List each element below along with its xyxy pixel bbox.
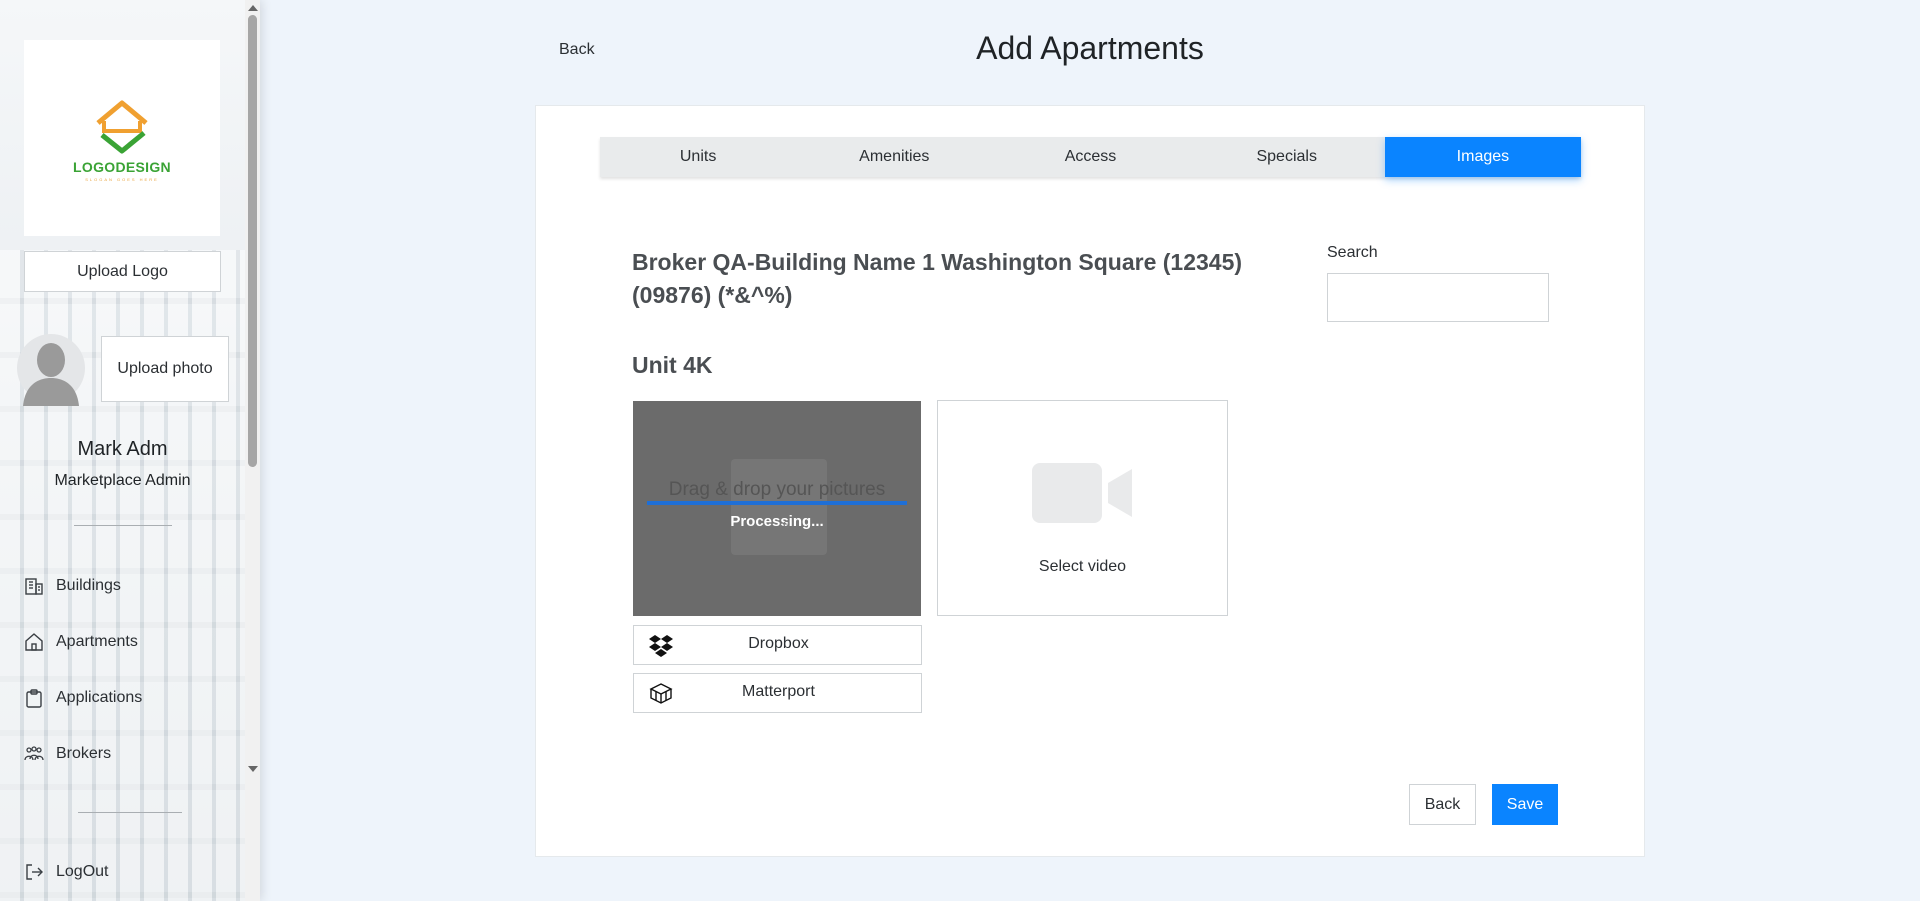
logo-brand-text: LOGODESIGN	[73, 158, 171, 175]
save-button[interactable]: Save	[1492, 784, 1558, 825]
sidebar-item-label: Buildings	[56, 577, 121, 594]
scroll-down-icon[interactable]	[248, 766, 258, 772]
tab-bar: Units Amenities Access Specials Images	[600, 137, 1582, 177]
video-camera-icon	[1032, 463, 1132, 523]
user-name: Mark Adm	[77, 438, 168, 460]
main-card: Units Amenities Access Specials Images B…	[535, 105, 1645, 857]
back-button[interactable]: Back	[1409, 784, 1476, 825]
search-label: Search	[1327, 244, 1378, 261]
sidebar-item-brokers[interactable]: Brokers	[24, 742, 111, 766]
header-back-link[interactable]: Back	[559, 41, 595, 59]
sidebar-divider	[78, 812, 182, 813]
progress-bar-fill	[647, 501, 907, 505]
scroll-up-icon[interactable]	[248, 5, 258, 11]
avatar	[17, 334, 85, 406]
sidebar-item-apartments[interactable]: Apartments	[24, 630, 138, 654]
sidebar-divider	[74, 525, 172, 526]
matterport-button[interactable]: Matterport	[633, 673, 922, 713]
scrollbar-thumb[interactable]	[248, 15, 257, 467]
user-role: Marketplace Admin	[54, 472, 191, 489]
dropbox-button[interactable]: Dropbox	[633, 625, 922, 665]
sidebar-item-buildings[interactable]: Buildings	[24, 574, 121, 598]
sidebar-item-label: Applications	[56, 689, 143, 706]
logout-label: LogOut	[56, 863, 109, 880]
home-icon	[24, 632, 44, 652]
matterport-label: Matterport	[742, 683, 815, 700]
sidebar-item-applications[interactable]: Applications	[24, 686, 142, 710]
dropbox-label: Dropbox	[748, 635, 809, 652]
logout-icon	[24, 862, 44, 882]
sidebar-item-label: Brokers	[56, 745, 112, 762]
tab-specials[interactable]: Specials	[1189, 137, 1385, 177]
progress-bar	[647, 501, 907, 505]
page-title: Add Apartments	[976, 30, 1204, 66]
processing-status: Processing...	[730, 513, 824, 530]
search-input[interactable]	[1352, 274, 1559, 321]
logout-button[interactable]: LogOut	[24, 860, 108, 884]
tab-images[interactable]: Images	[1384, 137, 1582, 177]
tab-units[interactable]: Units	[600, 137, 796, 177]
buildings-icon	[24, 576, 44, 596]
tab-access[interactable]: Access	[992, 137, 1188, 177]
image-dropzone[interactable]: Drag & drop your pictures Processing... …	[633, 401, 921, 616]
dropzone-text: Drag & drop your pictures	[668, 479, 886, 500]
logo: LOGODESIGN SLOGAN GOES HERE	[24, 40, 220, 236]
logo-tagline: SLOGAN GOES HERE	[85, 176, 159, 182]
dropzone-ghost-label: e	[783, 516, 791, 531]
clipboard-icon	[24, 688, 44, 708]
people-icon	[24, 744, 44, 764]
search-field[interactable]	[1327, 273, 1559, 322]
unit-title: Unit 4K	[632, 352, 713, 378]
house-logo-icon	[96, 100, 148, 153]
tab-amenities[interactable]: Amenities	[796, 137, 992, 177]
sidebar-scrollbar[interactable]	[245, 0, 260, 901]
sidebar-item-label: Apartments	[56, 633, 138, 650]
select-video-button[interactable]: Select video	[937, 400, 1228, 616]
sidebar: LOGODESIGN SLOGAN GOES HERE Upload Logo …	[0, 0, 260, 901]
upload-logo-button[interactable]: Upload Logo	[24, 251, 221, 292]
building-title: Broker QA-Building Name 1 Washington Squ…	[632, 249, 1243, 308]
select-video-label: Select video	[1038, 558, 1127, 575]
upload-placeholder-icon	[731, 459, 827, 555]
upload-photo-button[interactable]: Upload photo	[101, 336, 229, 402]
